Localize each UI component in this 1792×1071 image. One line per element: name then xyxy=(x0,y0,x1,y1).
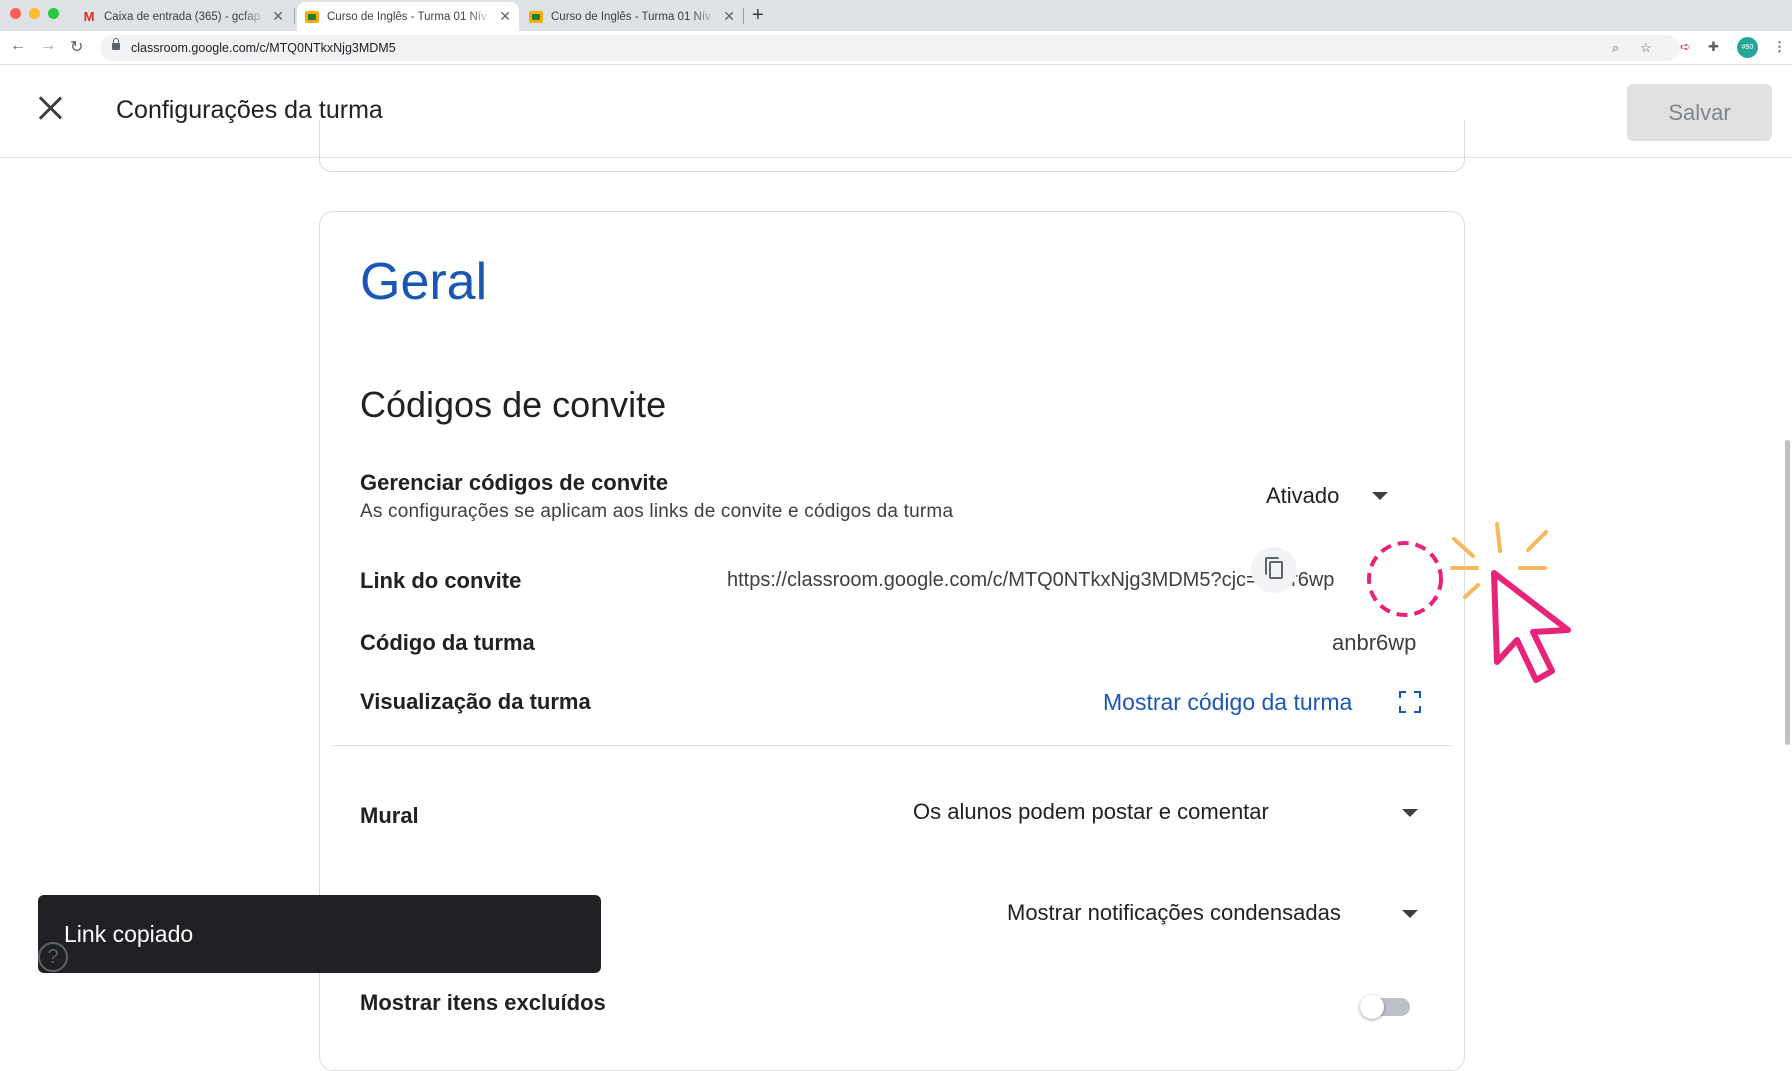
address-bar[interactable]: classroom.google.com/c/MTQ0NTkxNjg3MDM5 … xyxy=(100,35,1680,61)
back-arrow-icon[interactable]: ← xyxy=(10,37,26,55)
class-view-label: Visualização da turma xyxy=(360,689,591,714)
snackbar-text: Link copiado xyxy=(64,921,194,947)
browser-tab-strip: M Caixa de entrada (365) - gcfap ✕ Curso… xyxy=(0,0,1792,31)
gmail-icon: M xyxy=(83,9,95,24)
classroom-icon xyxy=(305,10,319,23)
chevron-down-icon[interactable] xyxy=(1372,492,1388,500)
invite-link-label: Link do convite xyxy=(360,568,522,593)
url-text: classroom.google.com/c/MTQ0NTkxNjg3MDM5 xyxy=(131,41,396,55)
copy-link-button[interactable] xyxy=(1251,547,1297,593)
lock-icon xyxy=(112,38,120,50)
tab-separator xyxy=(743,8,744,24)
deleted-items-label: Mostrar itens excluídos xyxy=(360,990,606,1015)
manage-invite-codes-description: As configurações se aplicam aos links de… xyxy=(360,501,954,522)
close-icon[interactable] xyxy=(37,95,63,121)
browser-tab-classroom[interactable]: Curso de Inglês - Turma 01 Nív ✕ xyxy=(521,2,743,31)
tab-close-icon[interactable]: ✕ xyxy=(272,8,284,25)
bookmark-star-icon[interactable]: ☆ xyxy=(1640,40,1652,56)
browser-tab-gmail[interactable]: M Caixa de entrada (365) - gcfap ✕ xyxy=(74,2,292,31)
class-code-label: Código da turma xyxy=(360,630,535,655)
notifications-select[interactable]: Mostrar notificações condensadas xyxy=(1007,900,1341,926)
save-button[interactable]: Salvar xyxy=(1627,84,1772,141)
chevron-down-icon[interactable] xyxy=(1402,809,1418,817)
tab-separator xyxy=(294,8,295,24)
profile-avatar[interactable]: #90 xyxy=(1737,37,1758,58)
manage-invite-codes-label: Gerenciar códigos de convite xyxy=(360,470,669,495)
click-burst-line xyxy=(1463,583,1480,599)
stream-label: Mural xyxy=(360,803,419,828)
tab-title: Curso de Inglês - Turma 01 Nív xyxy=(551,10,711,23)
browser-menu-icon[interactable]: ⋮ xyxy=(1773,39,1786,55)
window-minimize-button[interactable] xyxy=(29,8,40,19)
zoom-icon[interactable]: ⌕ xyxy=(1612,40,1619,56)
show-class-code-link[interactable]: Mostrar código da turma xyxy=(1103,689,1352,716)
help-icon[interactable]: ? xyxy=(38,942,68,972)
tab-title: Caixa de entrada (365) - gcfap xyxy=(104,10,260,23)
fullscreen-icon[interactable] xyxy=(1399,691,1421,713)
extension-icon[interactable]: ➪ xyxy=(1680,39,1691,55)
copy-icon-front xyxy=(1269,561,1283,579)
reload-icon[interactable]: ↻ xyxy=(70,37,83,57)
section-title: Geral xyxy=(360,253,488,311)
extensions-puzzle-icon[interactable]: ✚ xyxy=(1708,39,1719,55)
manage-invite-codes-select[interactable]: Ativado xyxy=(1266,483,1339,509)
classroom-icon xyxy=(529,10,543,23)
browser-tab-classroom-active[interactable]: Curso de Inglês - Turma 01 Nív ✕ xyxy=(297,2,519,31)
snackbar: Link copiado ? xyxy=(38,895,601,973)
new-tab-icon[interactable]: + xyxy=(752,4,764,27)
browser-toolbar: ← → ↻ classroom.google.com/c/MTQ0NTkxNjg… xyxy=(0,31,1792,65)
tab-title: Curso de Inglês - Turma 01 Nív xyxy=(327,10,487,23)
chevron-down-icon[interactable] xyxy=(1402,910,1418,918)
invite-link-value: https://classroom.google.com/c/MTQ0NTkxN… xyxy=(727,569,1335,591)
tab-close-icon[interactable]: ✕ xyxy=(499,8,511,25)
window-zoom-button[interactable] xyxy=(48,8,59,19)
previous-card xyxy=(319,120,1465,172)
window-close-button[interactable] xyxy=(10,8,21,19)
page-scrollbar[interactable] xyxy=(1785,440,1790,745)
cursor-arrow-icon xyxy=(1491,570,1571,683)
class-code-value: anbr6wp xyxy=(1332,630,1417,655)
click-burst-line xyxy=(1526,530,1548,552)
invite-codes-title: Códigos de convite xyxy=(360,384,667,425)
toggle-knob[interactable] xyxy=(1360,995,1384,1019)
click-burst-line xyxy=(1495,522,1502,553)
tab-close-icon[interactable]: ✕ xyxy=(723,8,735,25)
stream-select[interactable]: Os alunos podem postar e comentar xyxy=(913,799,1269,825)
section-divider xyxy=(333,745,1451,746)
forward-arrow-icon[interactable]: → xyxy=(40,37,56,55)
